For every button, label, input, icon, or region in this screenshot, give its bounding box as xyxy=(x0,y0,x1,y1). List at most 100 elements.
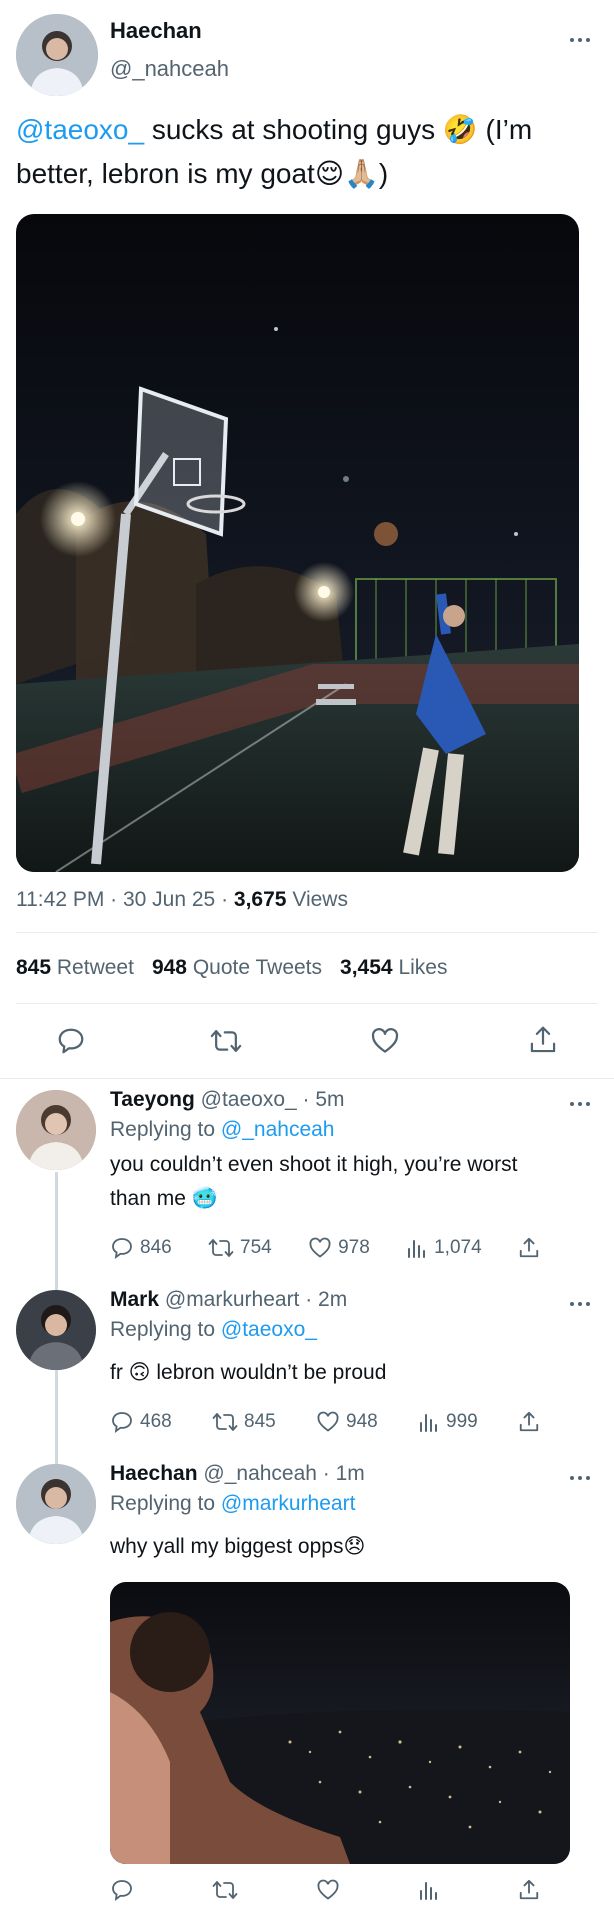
reply-count: 846 xyxy=(140,1237,172,1258)
more-icon[interactable] xyxy=(570,1300,594,1308)
avatar[interactable] xyxy=(16,14,98,96)
heart-icon xyxy=(371,1028,399,1053)
author-handle[interactable]: @_nahceah xyxy=(110,56,229,82)
reply-actions xyxy=(110,1878,540,1902)
replying-to-link[interactable]: @_nahceah xyxy=(221,1118,335,1141)
reply-header: Haechan @_nahceah · 1m xyxy=(110,1462,365,1486)
retweet-icon xyxy=(212,1413,238,1431)
quotes-stat[interactable]: 948 Quote Tweets xyxy=(152,956,322,980)
views-button[interactable]: 999 xyxy=(418,1410,478,1434)
share-button[interactable] xyxy=(518,1236,540,1260)
like-button[interactable] xyxy=(370,1026,400,1061)
author-name[interactable]: Taeyong xyxy=(110,1088,195,1111)
views-count: 1,074 xyxy=(434,1237,482,1258)
reply-text: you couldn’t even shoot it high, you’re … xyxy=(110,1148,600,1216)
tweet-image[interactable] xyxy=(16,214,579,872)
retweets-label: Retweet xyxy=(56,956,134,979)
tweet-time[interactable]: 11:42 PM · 30 Jun 25 · xyxy=(16,888,228,911)
retweet-button[interactable]: 845 xyxy=(212,1410,276,1434)
likes-stat[interactable]: 3,454 Likes xyxy=(340,956,447,980)
replying-label: Replying to xyxy=(110,1318,216,1341)
reply-button[interactable]: 846 xyxy=(110,1236,172,1260)
views-icon xyxy=(408,1240,426,1258)
heart-icon xyxy=(309,1237,331,1258)
reply-header: Taeyong @taeoxo_ · 5m xyxy=(110,1088,345,1112)
reply-actions: 468 845 948 999 xyxy=(110,1410,540,1434)
divider xyxy=(16,1003,598,1004)
share-icon xyxy=(519,1237,539,1258)
engagement-stats: 845 Retweet 948 Quote Tweets 3,454 Likes xyxy=(16,956,447,980)
share-button[interactable] xyxy=(528,1024,558,1061)
share-button[interactable] xyxy=(518,1878,540,1902)
views-icon xyxy=(420,1882,437,1900)
replying-to: Replying to @taeoxo_ xyxy=(110,1318,317,1342)
author-name[interactable]: Haechan xyxy=(110,1462,198,1485)
reply-actions: 846 754 978 1,074 xyxy=(110,1236,540,1260)
reply-icon xyxy=(58,1028,84,1054)
retweets-count: 845 xyxy=(16,956,52,979)
retweet-icon xyxy=(208,1239,234,1257)
like-count: 948 xyxy=(346,1411,378,1432)
reply-header: Mark @markurheart · 2m xyxy=(110,1288,347,1312)
retweet-icon xyxy=(212,1881,238,1899)
heart-icon xyxy=(317,1411,339,1432)
share-icon xyxy=(530,1026,556,1053)
more-icon[interactable] xyxy=(570,36,594,44)
quotes-count: 948 xyxy=(151,956,187,979)
reply-button[interactable]: 468 xyxy=(110,1410,172,1434)
replying-label: Replying to xyxy=(110,1492,216,1515)
replying-to-link[interactable]: @markurheart xyxy=(221,1492,356,1515)
retweet-button[interactable]: 754 xyxy=(208,1236,272,1260)
tweet-text: @taeoxo_ sucks at shooting guys 🤣 (I’m b… xyxy=(16,108,606,196)
reply-icon xyxy=(112,1880,132,1901)
reply-text: why yall my biggest opps😞 xyxy=(110,1530,600,1564)
reply-button[interactable] xyxy=(56,1026,86,1061)
avatar[interactable] xyxy=(16,1090,96,1170)
avatar[interactable] xyxy=(16,1464,96,1544)
replying-label: Replying to xyxy=(110,1118,216,1141)
retweet-icon xyxy=(210,1030,242,1052)
like-button[interactable]: 978 xyxy=(308,1236,370,1260)
mention-link[interactable]: @taeoxo_ xyxy=(16,114,144,145)
reply-meta[interactable]: @markurheart · 2m xyxy=(165,1288,347,1311)
likes-count: 3,454 xyxy=(340,956,393,979)
avatar[interactable] xyxy=(16,1290,96,1370)
reply-image[interactable] xyxy=(110,1582,570,1864)
reply-meta[interactable]: @taeoxo_ · 5m xyxy=(201,1088,345,1111)
replying-to-link[interactable]: @taeoxo_ xyxy=(221,1318,317,1341)
replying-to: Replying to @_nahceah xyxy=(110,1118,334,1142)
reply-count: 468 xyxy=(140,1411,172,1432)
retweet-button[interactable] xyxy=(210,1026,242,1061)
reply-text-line2: than me 🥶 xyxy=(110,1187,218,1210)
share-icon xyxy=(519,1879,539,1900)
retweet-count: 845 xyxy=(244,1411,276,1432)
likes-label: Likes xyxy=(398,956,448,979)
quotes-label: Quote Tweets xyxy=(192,956,323,979)
share-button[interactable] xyxy=(518,1410,540,1434)
author-name[interactable]: Mark xyxy=(110,1288,159,1311)
like-button[interactable] xyxy=(316,1878,340,1902)
more-icon[interactable] xyxy=(570,1100,594,1108)
reply-text-line1: fr 🙃 lebron wouldn’t be proud xyxy=(110,1361,387,1384)
more-icon[interactable] xyxy=(570,1474,594,1482)
views-count: 999 xyxy=(446,1411,478,1432)
retweets-stat[interactable]: 845 Retweet xyxy=(16,956,134,980)
retweet-button[interactable] xyxy=(212,1878,238,1902)
reply-button[interactable] xyxy=(110,1878,134,1902)
tweet-text-line1: sucks at shooting guys 🤣 (I’m xyxy=(151,114,533,145)
like-button[interactable]: 948 xyxy=(316,1410,378,1434)
tweet-text-line2: better, lebron is my goat😌🙏🏼) xyxy=(16,158,389,189)
share-icon xyxy=(519,1411,539,1432)
views-button[interactable]: 1,074 xyxy=(406,1236,482,1260)
reply-text-line1: you couldn’t even shoot it high, you’re … xyxy=(110,1153,518,1176)
views-label: Views xyxy=(292,888,348,911)
reply-meta[interactable]: @_nahceah · 1m xyxy=(203,1462,364,1485)
views-button[interactable] xyxy=(418,1878,440,1902)
reply-icon xyxy=(112,1238,132,1259)
heart-icon xyxy=(317,1879,339,1900)
views-icon xyxy=(420,1414,437,1432)
retweet-count: 754 xyxy=(240,1237,272,1258)
views-count: 3,675 xyxy=(233,888,287,911)
replying-to: Replying to @markurheart xyxy=(110,1492,355,1516)
author-name[interactable]: Haechan xyxy=(110,18,202,44)
